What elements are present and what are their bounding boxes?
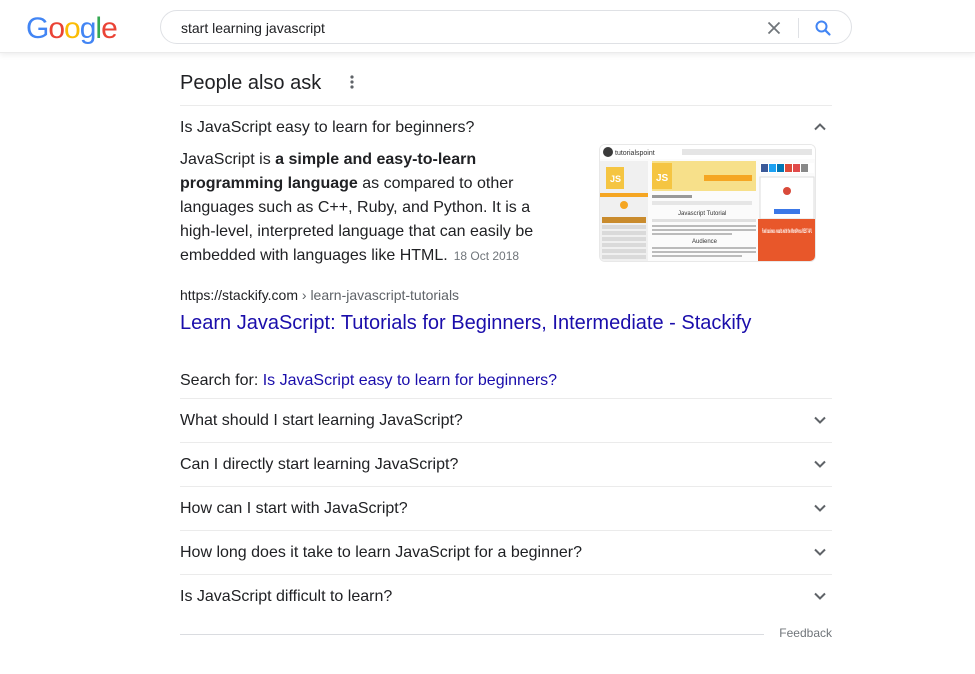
thumb-site-name: tutorialspoint	[615, 150, 655, 157]
logo-letter: g	[79, 12, 97, 45]
chevron-down-icon[interactable]	[812, 500, 828, 516]
search-divider	[798, 18, 799, 38]
search-for-row: Search for: Is JavaScript easy to learn …	[180, 354, 832, 398]
paa-question-expanded[interactable]: Is JavaScript easy to learn for beginner…	[180, 106, 832, 148]
chevron-up-icon[interactable]	[812, 119, 828, 135]
question-text: Can I directly start learning JavaScript…	[180, 456, 459, 473]
answer-date: 18 Oct 2018	[453, 249, 520, 263]
chevron-down-icon[interactable]	[812, 544, 828, 560]
paa-question[interactable]: Is JavaScript difficult to learn?	[180, 575, 832, 618]
google-logo[interactable]: Google	[26, 12, 118, 46]
logo-letter: e	[101, 12, 118, 45]
paa-header: People also ask	[180, 64, 832, 105]
chevron-down-icon[interactable]	[812, 412, 828, 428]
header-bar: Google	[0, 0, 975, 53]
question-text: How long does it take to learn JavaScrip…	[180, 544, 583, 561]
answer-text: JavaScript is a simple and easy-to-learn…	[180, 148, 550, 268]
paa-question[interactable]: How can I start with JavaScript?	[180, 487, 832, 530]
search-box[interactable]	[160, 10, 852, 44]
answer-thumbnail[interactable]: tutorialspoint JS JS Javascript Tutorial…	[599, 144, 816, 262]
paa-question[interactable]: Can I directly start learning JavaScript…	[180, 443, 832, 486]
question-text: Is JavaScript easy to learn for beginner…	[180, 119, 475, 136]
result-cite[interactable]: https://stackify.com › learn-javascript-…	[180, 286, 459, 304]
result-title-link[interactable]: Learn JavaScript: Tutorials for Beginner…	[180, 310, 751, 336]
cite-domain: https://stackify.com	[180, 287, 298, 303]
cite-breadcrumb: › learn-javascript-tutorials	[298, 287, 460, 303]
chevron-down-icon[interactable]	[812, 588, 828, 604]
thumb-page-heading: Javascript Tutorial	[678, 211, 726, 217]
answer-part1: JavaScript is	[180, 151, 276, 168]
search-icon[interactable]	[813, 18, 833, 38]
logo-letter: o	[64, 12, 81, 45]
logo-letter: G	[26, 12, 49, 45]
feedback-row: Feedback	[180, 618, 832, 648]
question-text: How can I start with JavaScript?	[180, 500, 408, 517]
thumb-ad-text: Fuel business results with the WordPress…	[762, 229, 812, 235]
thumb-js-badge-small: JS	[610, 174, 621, 184]
logo-letter: o	[48, 12, 65, 45]
feedback-link[interactable]: Feedback	[779, 626, 832, 640]
search-for-link[interactable]: Is JavaScript easy to learn for beginner…	[263, 372, 557, 389]
question-text: Is JavaScript difficult to learn?	[180, 588, 393, 605]
question-text: What should I start learning JavaScript?	[180, 412, 463, 429]
more-options-icon[interactable]	[346, 73, 358, 91]
thumb-js-badge: JS	[656, 173, 669, 184]
search-input[interactable]	[181, 18, 741, 38]
close-icon[interactable]	[764, 18, 784, 38]
paa-question-list: What should I start learning JavaScript?…	[180, 398, 832, 618]
paa-question[interactable]: How long does it take to learn JavaScrip…	[180, 531, 832, 574]
people-also-ask: People also ask Is JavaScript easy to le…	[180, 64, 832, 648]
paa-title: People also ask	[180, 72, 322, 94]
answer-snippet: JavaScript is a simple and easy-to-learn…	[180, 144, 832, 280]
chevron-down-icon[interactable]	[812, 456, 828, 472]
source-block: https://stackify.com › learn-javascript-…	[180, 280, 832, 354]
search-for-label: Search for:	[180, 372, 263, 389]
thumb-subheading: Audience	[692, 239, 718, 245]
paa-question[interactable]: What should I start learning JavaScript?	[180, 399, 832, 442]
feedback-divider	[180, 634, 764, 635]
